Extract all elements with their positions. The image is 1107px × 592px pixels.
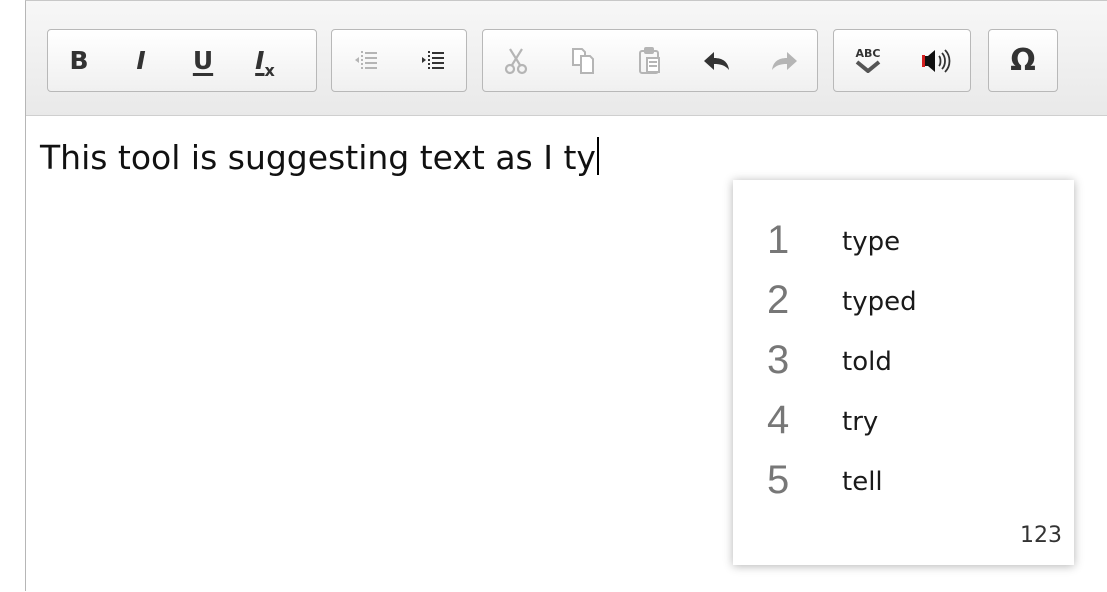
- paste-button[interactable]: [617, 30, 684, 91]
- formatting-group: B I U Ix: [47, 29, 317, 92]
- copy-button[interactable]: [550, 30, 617, 91]
- outdent-icon: [354, 50, 377, 71]
- suggestion-item[interactable]: 5 tell: [733, 452, 1074, 512]
- spellcheck-label: ABC: [855, 47, 881, 60]
- spellcheck-icon: ABC: [855, 48, 881, 73]
- undo-button[interactable]: [683, 30, 750, 91]
- suggestion-item[interactable]: 1 type: [733, 212, 1074, 272]
- editor-text: This tool is suggesting text as I ty: [40, 138, 596, 177]
- paste-icon: [638, 46, 660, 74]
- suggestion-item[interactable]: 3 told: [733, 332, 1074, 392]
- suggestion-number: 1: [767, 218, 790, 262]
- tools-group: ABC: [833, 29, 971, 92]
- clipboard-group: [482, 29, 818, 92]
- underline-icon: U: [192, 46, 214, 75]
- redo-button[interactable]: [750, 30, 817, 91]
- suggestion-number: 3: [767, 338, 790, 382]
- speak-button[interactable]: [902, 30, 970, 91]
- suggestion-word: type: [842, 227, 901, 257]
- editor-toolbar: B I U Ix ABC Ω: [26, 1, 1107, 116]
- suggestion-number: 4: [767, 398, 790, 442]
- outdent-button[interactable]: [332, 30, 399, 91]
- spellcheck-check-mark: [855, 60, 881, 73]
- remove-format-icon: Ix: [255, 48, 275, 80]
- bold-button[interactable]: B: [48, 30, 110, 91]
- bold-icon: B: [69, 46, 89, 75]
- suggestion-word: typed: [842, 287, 917, 317]
- spellcheck-button[interactable]: ABC: [834, 30, 902, 91]
- remove-format-button[interactable]: Ix: [234, 30, 296, 91]
- suggestion-item[interactable]: 4 try: [733, 392, 1074, 452]
- indent-button[interactable]: [399, 30, 466, 91]
- cut-icon: [505, 47, 528, 74]
- indent-group: [331, 29, 467, 92]
- suggestion-number: 5: [767, 458, 790, 502]
- suggestion-word: try: [842, 407, 879, 437]
- indent-icon: [421, 50, 444, 71]
- italic-button[interactable]: I: [110, 30, 172, 91]
- suggestion-word: tell: [842, 467, 883, 497]
- special-group: Ω: [988, 29, 1058, 92]
- special-char-button[interactable]: Ω: [989, 30, 1057, 91]
- underline-button[interactable]: U: [172, 30, 234, 91]
- italic-icon: I: [136, 46, 146, 75]
- speaker-icon: [922, 48, 951, 73]
- editor-text-line[interactable]: This tool is suggesting text as I ty: [40, 136, 599, 180]
- redo-icon: [771, 51, 797, 70]
- text-caret: [596, 137, 599, 175]
- suggestion-word: told: [842, 347, 892, 377]
- suggestion-number: 2: [767, 278, 790, 322]
- suggestion-popup: 1 type 2 typed 3 told 4 try 5 tell 123: [733, 180, 1074, 565]
- number-mode-toggle[interactable]: 123: [1020, 523, 1062, 548]
- remove-format-subscript: x: [264, 61, 275, 80]
- cut-button[interactable]: [483, 30, 550, 91]
- copy-icon: [572, 47, 595, 74]
- omega-icon: Ω: [1010, 42, 1036, 78]
- undo-icon: [703, 51, 729, 70]
- suggestion-item[interactable]: 2 typed: [733, 272, 1074, 332]
